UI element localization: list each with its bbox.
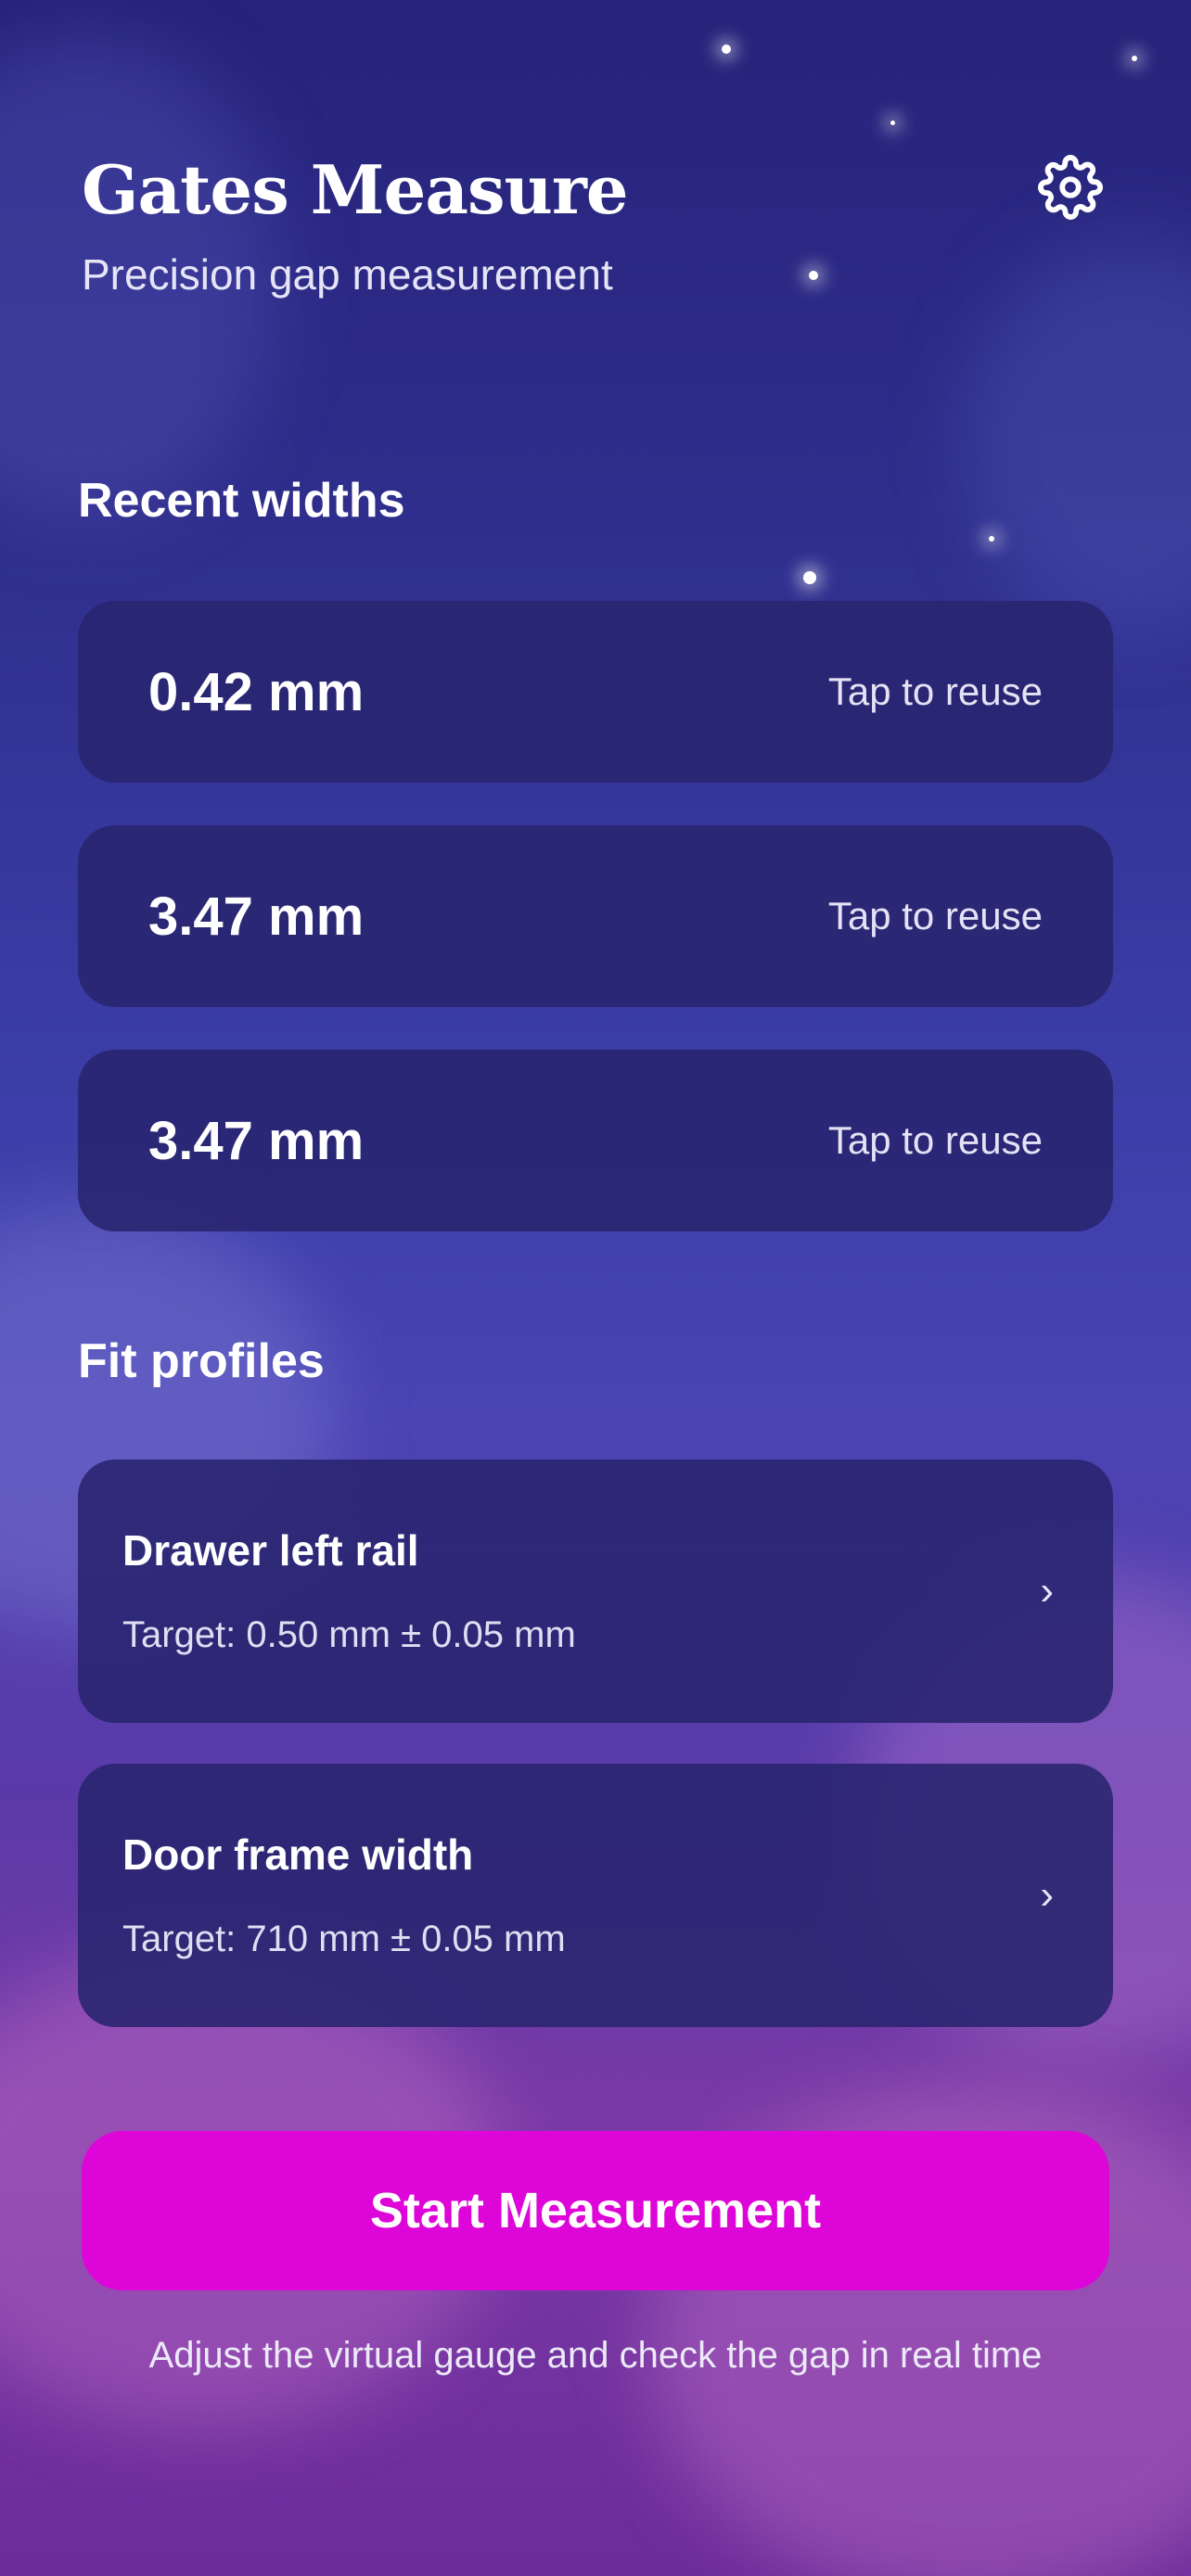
fit-profile-target: Target: 710 mm ± 0.05 mm	[122, 1919, 566, 1959]
fit-profile-text: Drawer left rail Target: 0.50 mm ± 0.05 …	[122, 1524, 576, 1659]
background-star	[722, 45, 731, 54]
background-star	[890, 121, 895, 125]
measurement-hint: Adjust the virtual gauge and check the g…	[148, 2335, 1043, 2376]
recent-width-item[interactable]: 3.47 mm Tap to reuse	[78, 825, 1113, 1007]
start-measurement-button[interactable]: Start Measurement	[82, 2131, 1109, 2290]
fit-profile-text: Door frame width Target: 710 mm ± 0.05 m…	[122, 1828, 566, 1963]
app-title: Gates Measure	[82, 150, 629, 229]
fit-profile-target: Target: 0.50 mm ± 0.05 mm	[122, 1614, 576, 1655]
chevron-right-icon: ›	[1040, 1568, 1054, 1613]
app-subtitle: Precision gap measurement	[82, 250, 613, 299]
app-header: Gates Measure Precision gap measurement	[82, 148, 1109, 302]
fit-profile-name: Drawer left rail	[122, 1526, 419, 1575]
settings-button[interactable]	[1031, 148, 1109, 226]
fit-profile-name: Door frame width	[122, 1830, 474, 1879]
recent-width-value: 3.47 mm	[148, 886, 365, 947]
recent-width-value: 0.42 mm	[148, 661, 365, 722]
fit-profiles-heading: Fit profiles	[78, 1334, 325, 1388]
background-star	[803, 571, 816, 584]
reuse-hint: Tap to reuse	[827, 1118, 1043, 1162]
background-star	[1132, 56, 1137, 61]
recent-width-value: 3.47 mm	[148, 1110, 365, 1171]
reuse-hint: Tap to reuse	[827, 670, 1043, 713]
fit-profile-item[interactable]: Door frame width Target: 710 mm ± 0.05 m…	[78, 1764, 1113, 2027]
recent-width-item[interactable]: 0.42 mm Tap to reuse	[78, 601, 1113, 783]
fit-profile-item[interactable]: Drawer left rail Target: 0.50 mm ± 0.05 …	[78, 1460, 1113, 1723]
chevron-right-icon: ›	[1040, 1872, 1054, 1918]
recent-width-item[interactable]: 3.47 mm Tap to reuse	[78, 1050, 1113, 1231]
gear-icon	[1038, 155, 1103, 220]
reuse-hint: Tap to reuse	[827, 894, 1043, 937]
recent-widths-heading: Recent widths	[78, 474, 405, 528]
background-star	[989, 536, 994, 542]
